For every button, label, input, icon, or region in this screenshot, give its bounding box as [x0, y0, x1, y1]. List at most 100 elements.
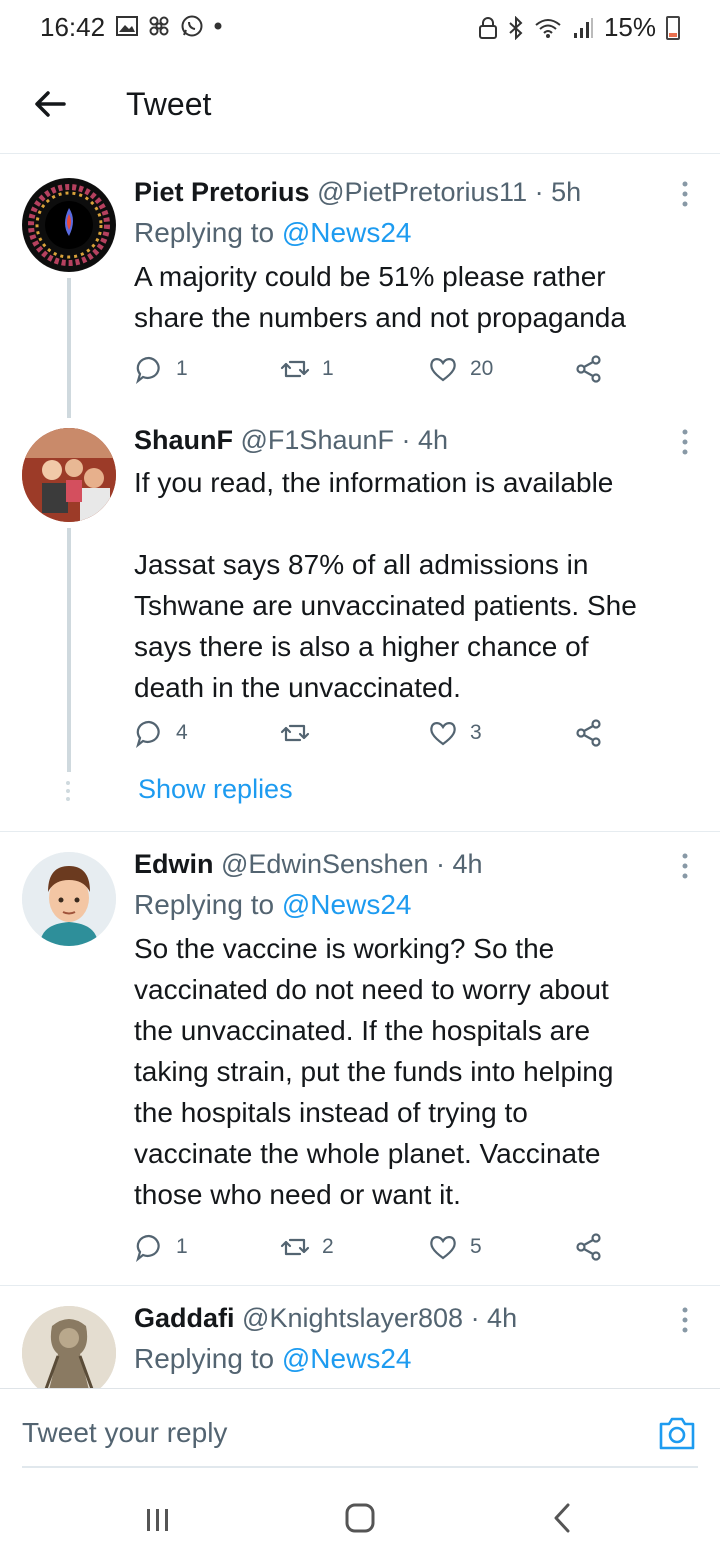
author-handle-time: @F1ShaunF · 4h: [240, 425, 449, 455]
reply-input[interactable]: Tweet your reply: [22, 1417, 227, 1449]
replying-to-label: Replying to: [134, 1343, 275, 1374]
gallery-icon: [116, 16, 138, 36]
tweet-content: Piet Pretorius @PietPretorius11 · 5h Rep…: [134, 172, 680, 338]
like-count: 20: [470, 357, 494, 380]
tweet-header: Piet Pretorius @PietPretorius11 · 5h: [134, 172, 680, 212]
author-name[interactable]: Piet Pretorius: [134, 177, 310, 207]
avatar[interactable]: [22, 428, 116, 522]
like-button[interactable]: 20: [428, 354, 493, 384]
heart-icon: [430, 722, 456, 746]
tweet-text: So the vaccine is working? So the vaccin…: [134, 933, 614, 1210]
tweet-actions: 4 3: [134, 718, 614, 754]
signal-icon: [573, 17, 593, 38]
replying-to: Replying to @News24: [134, 884, 680, 926]
tweet-content: Edwin @EdwinSenshen · 4h Replying to @Ne…: [134, 844, 680, 1215]
replying-to: Replying to @News24: [134, 212, 680, 254]
more-options-icon[interactable]: [680, 180, 690, 208]
recent-apps-icon[interactable]: [144, 1506, 172, 1534]
retweet-icon: [280, 724, 310, 742]
reply-button[interactable]: 1: [134, 1232, 188, 1262]
avatar[interactable]: [22, 178, 116, 272]
reply-composer: Tweet your reply: [0, 1388, 720, 1468]
page-title: Tweet: [126, 86, 212, 122]
retweet-count: 2: [322, 1235, 334, 1258]
avatar[interactable]: [22, 852, 116, 946]
reply-count: 1: [176, 357, 188, 380]
share-button[interactable]: [574, 1232, 604, 1262]
tweet[interactable]: Gaddafi @Knightslayer808 · 4h Replying t…: [0, 1296, 720, 1388]
retweet-icon: [280, 360, 310, 378]
share-button[interactable]: [574, 354, 604, 384]
author-handle-time: @EdwinSenshen · 4h: [221, 849, 483, 879]
mention-link[interactable]: @News24: [282, 889, 412, 920]
home-icon[interactable]: [344, 1502, 376, 1534]
share-icon: [576, 719, 601, 747]
battery-icon: [666, 15, 680, 40]
author-name[interactable]: Gaddafi: [134, 1303, 235, 1333]
reply-button[interactable]: 1: [134, 354, 188, 384]
mention-link[interactable]: @News24: [282, 217, 412, 248]
tweet-actions: 1 2 5: [134, 1232, 614, 1268]
author-handle-time: @PietPretorius11 · 5h: [317, 177, 582, 207]
whatsapp-icon: [181, 15, 203, 37]
more-options-icon[interactable]: [680, 852, 690, 880]
app-header: Tweet: [0, 56, 720, 154]
retweet-count: 1: [322, 357, 334, 380]
more-options-icon[interactable]: [680, 428, 690, 456]
tweet-actions: 1 1 20: [134, 354, 614, 390]
tweet-content: Gaddafi @Knightslayer808 · 4h Replying t…: [134, 1298, 680, 1380]
reply-icon: [135, 1234, 160, 1262]
tweet-text: A majority could be 51% please rather sh…: [134, 261, 626, 333]
camera-icon[interactable]: [658, 1415, 696, 1451]
retweet-button[interactable]: [280, 718, 322, 748]
back-arrow-icon[interactable]: [30, 84, 70, 124]
status-time: 16:42: [40, 12, 106, 42]
dot-icon: [214, 22, 222, 30]
replying-to-label: Replying to: [134, 217, 275, 248]
retweet-button[interactable]: 1: [280, 354, 334, 384]
system-status: 15%: [478, 12, 680, 43]
notification-icons: [116, 14, 222, 38]
mention-link[interactable]: @News24: [282, 1343, 412, 1374]
author-name[interactable]: ShaunF: [134, 425, 233, 455]
avatar[interactable]: [22, 1306, 116, 1388]
reply-count: 4: [176, 721, 188, 744]
share-icon: [576, 1233, 601, 1261]
reply-button[interactable]: 4: [134, 718, 188, 748]
like-count: 5: [470, 1235, 482, 1258]
tweet-header: ShaunF @F1ShaunF · 4h: [134, 420, 680, 460]
like-button[interactable]: 5: [428, 1232, 482, 1262]
wifi-icon: [535, 18, 561, 38]
reply-count: 1: [176, 1235, 188, 1258]
thread-line: [67, 528, 71, 772]
like-count: 3: [470, 721, 482, 744]
reply-icon: [135, 720, 160, 748]
share-icon: [576, 355, 601, 383]
more-options-icon[interactable]: [680, 1306, 690, 1334]
status-bar: 16:42 15%: [0, 0, 720, 56]
retweet-icon: [280, 1238, 310, 1256]
author-name[interactable]: Edwin: [134, 849, 214, 879]
nav-back-icon[interactable]: [550, 1502, 574, 1534]
thread-gap-dots-icon: [66, 781, 70, 801]
show-replies-link[interactable]: Show replies: [138, 774, 293, 805]
retweet-button[interactable]: 2: [280, 1232, 334, 1262]
tweet[interactable]: Piet Pretorius @PietPretorius11 · 5h Rep…: [0, 160, 720, 418]
lock-icon: [478, 16, 497, 39]
bluetooth-icon: [509, 15, 523, 40]
replying-to-label: Replying to: [134, 889, 275, 920]
tweet-text: If you read, the information is availabl…: [134, 467, 637, 703]
divider: [0, 1285, 720, 1286]
tweet[interactable]: ShaunF @F1ShaunF · 4h If you read, the i…: [0, 420, 720, 830]
reply-underline: [22, 1466, 698, 1468]
tweet[interactable]: Edwin @EdwinSenshen · 4h Replying to @Ne…: [0, 842, 720, 1282]
heart-icon: [430, 1236, 456, 1260]
tweet-content: ShaunF @F1ShaunF · 4h If you read, the i…: [134, 420, 680, 708]
heart-icon: [430, 358, 456, 382]
tweet-header: Gaddafi @Knightslayer808 · 4h: [134, 1298, 680, 1338]
system-nav-bar: [0, 1470, 720, 1560]
share-button[interactable]: [574, 718, 604, 748]
like-button[interactable]: 3: [428, 718, 482, 748]
battery-percent: 15%: [603, 12, 656, 42]
replying-to: Replying to @News24: [134, 1338, 680, 1380]
